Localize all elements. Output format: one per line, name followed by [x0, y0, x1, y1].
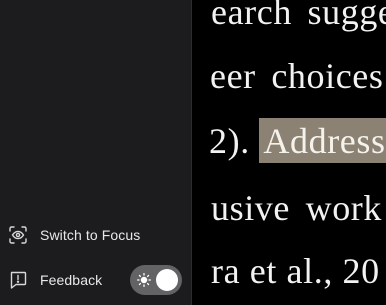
feedback-button[interactable]: Feedback	[8, 267, 102, 293]
document-view: earch sugge eer choices 2). Address usiv…	[192, 0, 386, 305]
document-line: usive work	[211, 188, 382, 228]
feedback-icon	[8, 270, 28, 290]
switch-to-focus-label: Switch to Focus	[40, 227, 141, 243]
theme-toggle[interactable]	[130, 265, 182, 295]
document-line: 2). Address	[209, 118, 386, 163]
document-line: earch sugge	[211, 0, 386, 32]
document-line-text: 2).	[209, 121, 260, 161]
document-line: ra et al., 20	[211, 251, 380, 291]
toggle-knob	[156, 269, 178, 291]
feedback-label: Feedback	[40, 272, 103, 288]
document-line: eer choices	[210, 56, 384, 96]
highlighted-text[interactable]: Address	[259, 118, 386, 163]
sidebar: Switch to Focus Feedback	[0, 0, 191, 305]
switch-to-focus-button[interactable]: Switch to Focus	[8, 222, 140, 248]
sun-icon	[136, 272, 152, 288]
eye-scan-icon	[8, 225, 28, 245]
